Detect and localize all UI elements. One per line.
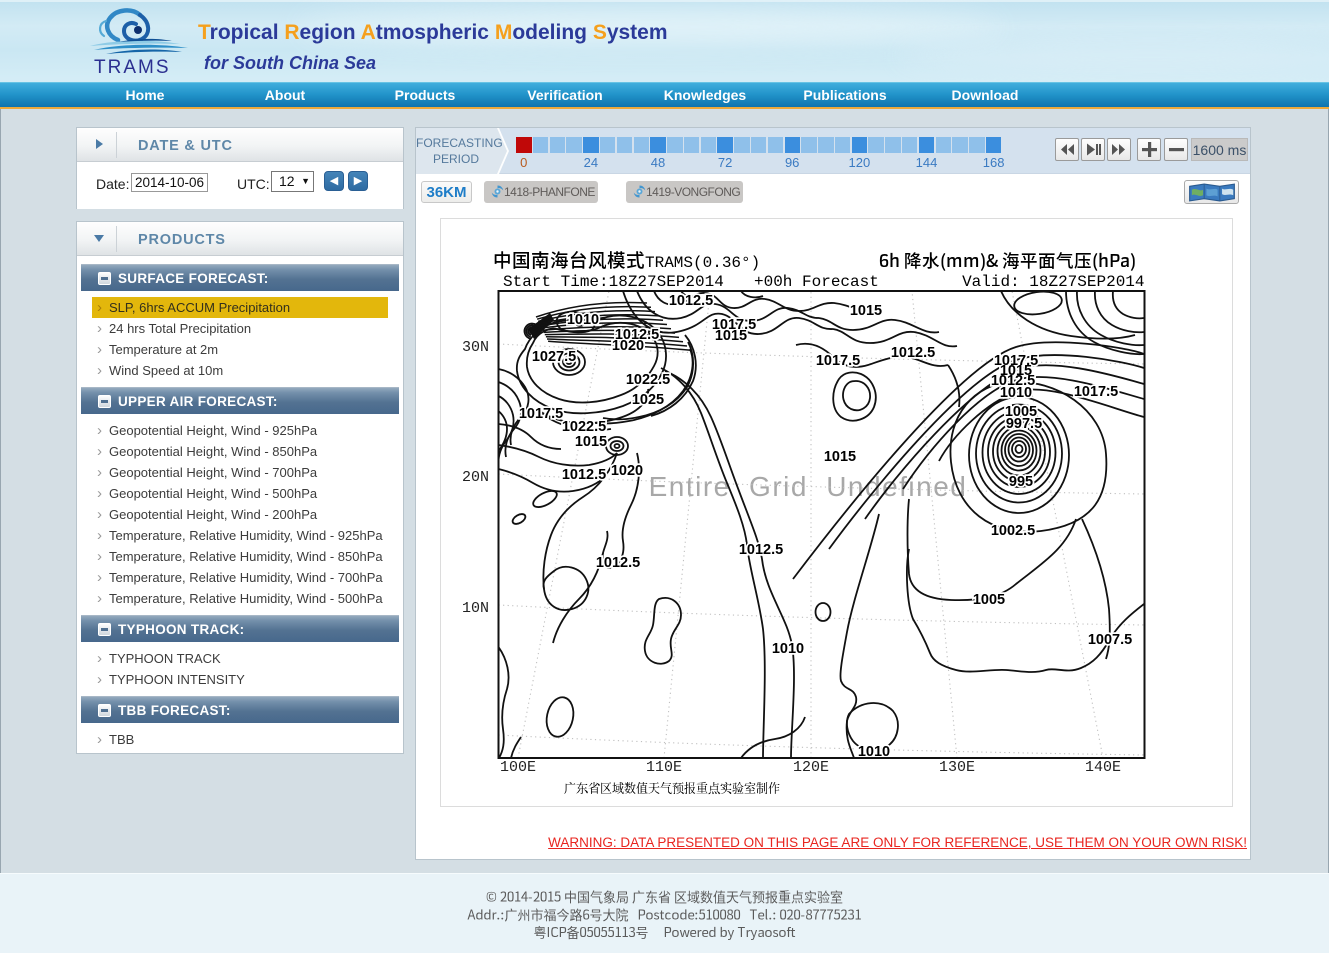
svg-text:1022.5: 1022.5 — [626, 372, 670, 388]
svg-text:1012.5: 1012.5 — [891, 345, 935, 361]
svg-text:Valid: 18Z27SEP2014: Valid: 18Z27SEP2014 — [962, 273, 1144, 291]
svg-text:1017.5: 1017.5 — [816, 353, 860, 369]
svg-text:Start Time:18Z27SEP2014: Start Time:18Z27SEP2014 — [503, 273, 724, 291]
svg-text:110E: 110E — [646, 759, 682, 776]
svg-text:+00h Forecast: +00h Forecast — [754, 273, 879, 291]
svg-text:1007.5: 1007.5 — [1088, 632, 1132, 648]
svg-text:1017.5: 1017.5 — [1074, 384, 1118, 400]
svg-text:TRAMS(0.36°): TRAMS(0.36°) — [645, 254, 760, 272]
svg-text:1010: 1010 — [567, 312, 599, 328]
svg-text:1022.5: 1022.5 — [562, 419, 606, 435]
svg-text:1015: 1015 — [824, 449, 856, 465]
svg-text:995: 995 — [1009, 474, 1033, 490]
svg-text:120E: 120E — [793, 759, 829, 776]
svg-text:130E: 130E — [939, 759, 975, 776]
svg-text:Entire Grid Undefined: Entire Grid Undefined — [649, 471, 968, 502]
svg-text:1015: 1015 — [575, 434, 607, 450]
svg-text:1025: 1025 — [632, 392, 664, 408]
svg-text:1015: 1015 — [850, 303, 882, 319]
svg-text:1020: 1020 — [611, 463, 643, 479]
svg-text:1020: 1020 — [612, 338, 644, 354]
svg-text:1015: 1015 — [715, 328, 747, 344]
svg-text:1012.5: 1012.5 — [562, 467, 606, 483]
svg-text:1027.5: 1027.5 — [532, 349, 576, 365]
svg-text:1010: 1010 — [1000, 385, 1032, 401]
svg-text:1005: 1005 — [973, 592, 1005, 608]
svg-text:30N: 30N — [462, 339, 489, 356]
svg-text:1012.5: 1012.5 — [596, 555, 640, 571]
svg-text:1002.5: 1002.5 — [991, 523, 1035, 539]
svg-text:140E: 140E — [1085, 759, 1121, 776]
svg-text:997.5: 997.5 — [1006, 416, 1042, 432]
svg-text:1012.5: 1012.5 — [669, 293, 713, 309]
svg-text:20N: 20N — [462, 469, 489, 486]
svg-text:10N: 10N — [462, 600, 489, 617]
svg-text:1017.5: 1017.5 — [519, 406, 563, 422]
svg-text:1010: 1010 — [772, 641, 804, 657]
svg-text:100E: 100E — [500, 759, 536, 776]
svg-text:1012.5: 1012.5 — [739, 542, 783, 558]
